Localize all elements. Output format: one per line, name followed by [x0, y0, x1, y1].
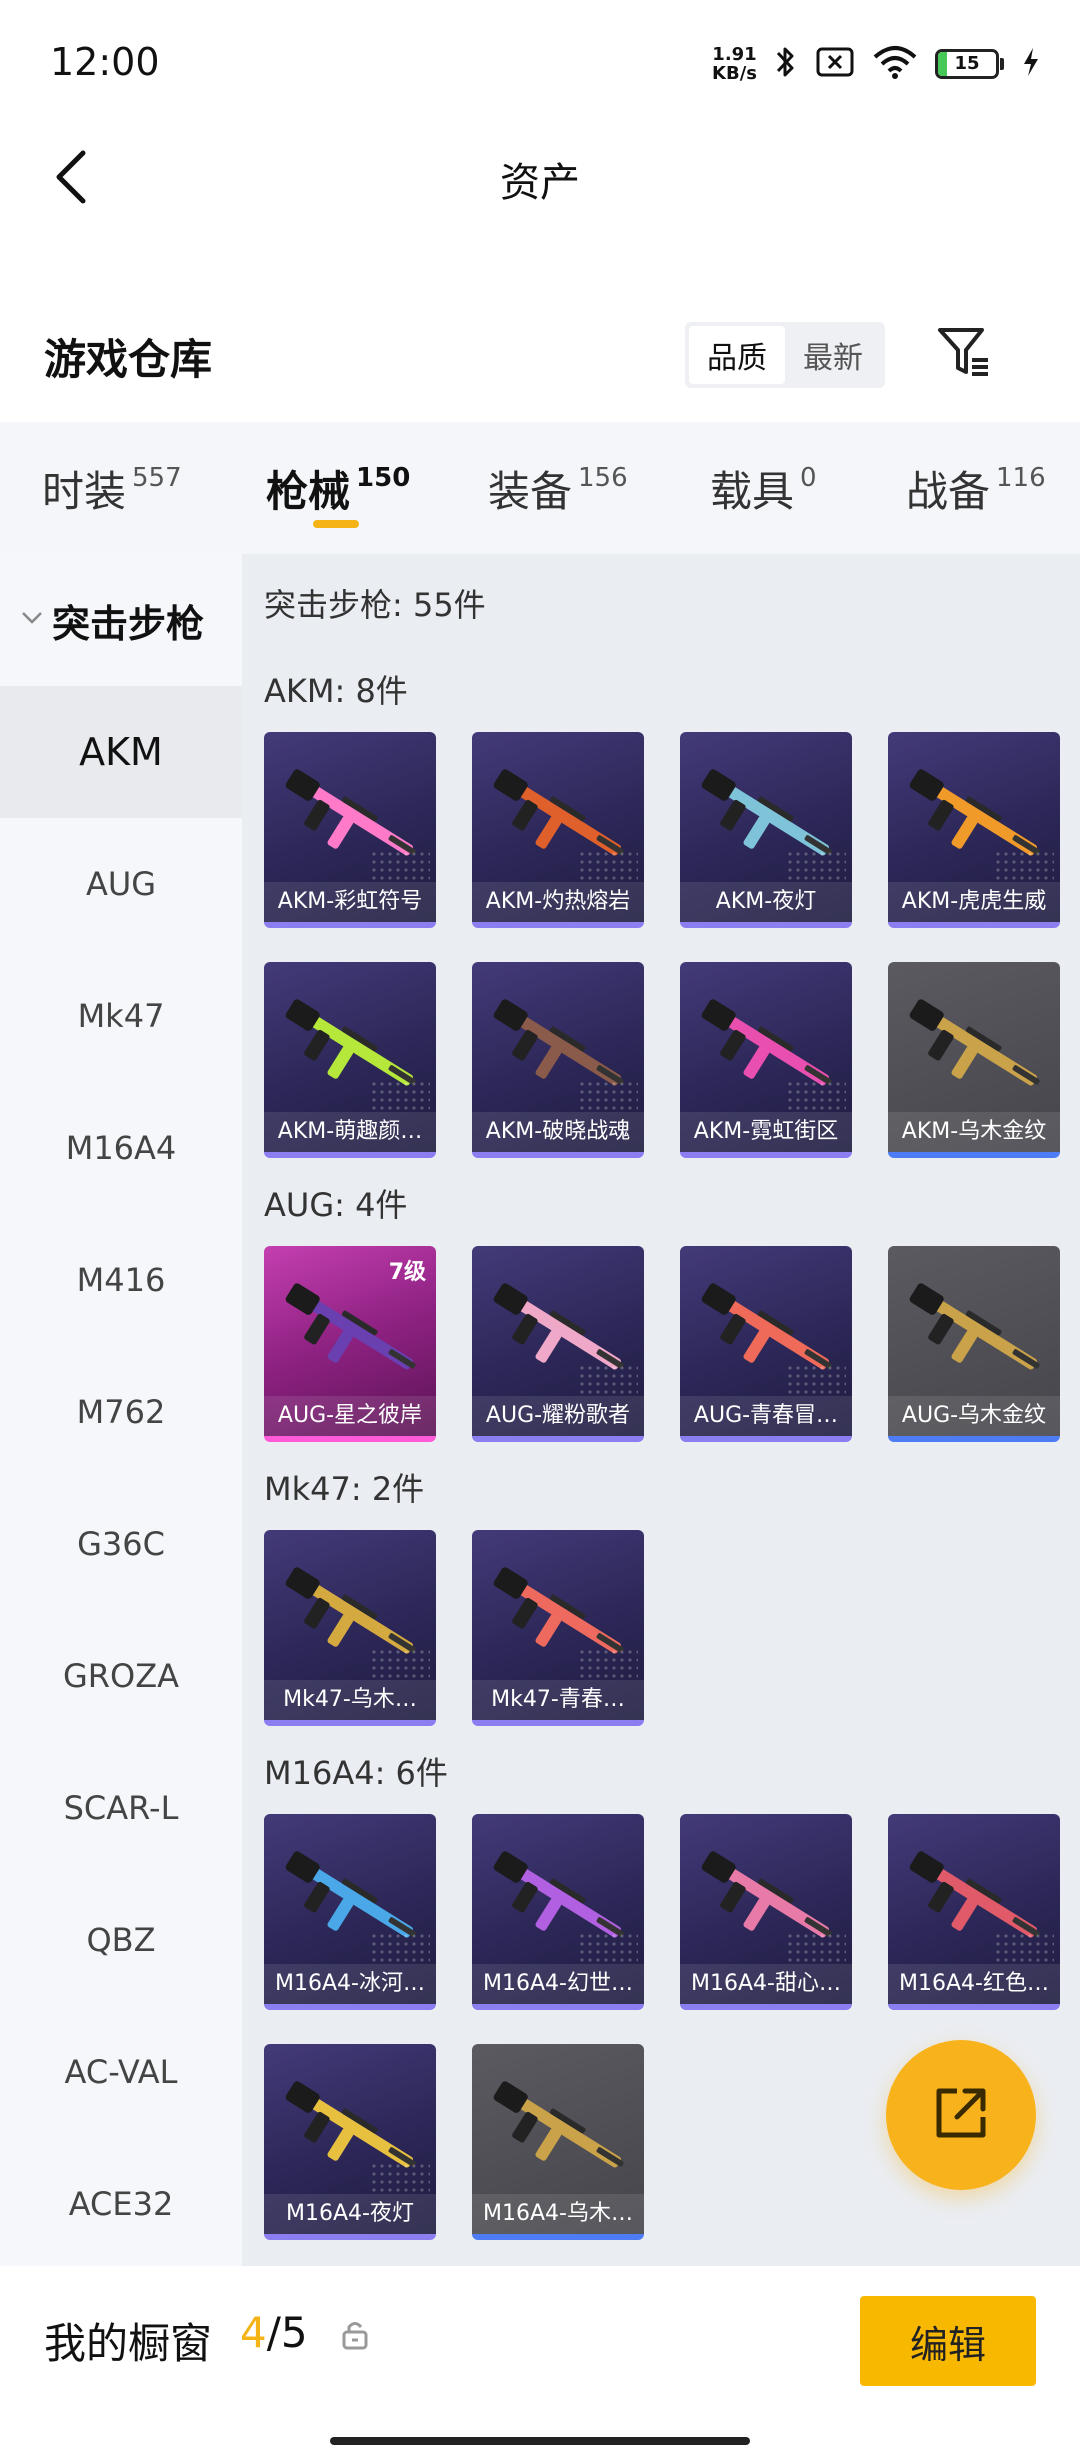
battery-indicator: 15 [935, 49, 1004, 79]
skin-card[interactable]: AKM-萌趣颜… [264, 962, 436, 1158]
section-label: AKM: 8件 [264, 672, 408, 710]
chevron-down-icon [20, 610, 44, 630]
weapon-skin-image [909, 1283, 1040, 1370]
sidebar-item-akm[interactable]: AKM [0, 686, 242, 818]
sort-by-newest[interactable]: 最新 [785, 326, 881, 384]
sidebar-item-aug[interactable]: AUG [0, 818, 242, 950]
share-external-icon [931, 2083, 991, 2147]
skin-card[interactable]: M16A4-甜心… [680, 1814, 852, 2010]
tab-fashion[interactable]: 时装 557 [42, 422, 182, 554]
status-bar: 12:00 1.91 KB/s 15 [0, 0, 1080, 130]
tab-equipment[interactable]: 装备 156 [488, 422, 628, 554]
skin-card[interactable]: Mk47-青春… [472, 1530, 644, 1726]
page-title: 资产 [500, 160, 580, 206]
sidebar-item-g36c[interactable]: G36C [0, 1478, 242, 1610]
skin-card[interactable]: AUG-耀粉歌者 [472, 1246, 644, 1442]
skin-grid-area: 突击步枪: 55件 AKM: 8件 AKM-彩虹符号 AKM-灼热熔岩 AKM-… [242, 554, 1080, 2266]
skin-card[interactable]: AKM-彩虹符号 [264, 732, 436, 928]
sort-by-quality[interactable]: 品质 [689, 326, 785, 384]
skin-card[interactable]: M16A4-红色… [888, 1814, 1060, 2010]
sidebar-item-ace32[interactable]: ACE32 [0, 2138, 242, 2270]
skin-card[interactable]: AUG-乌木金纹 [888, 1246, 1060, 1442]
skin-card[interactable]: AUG-青春冒… [680, 1246, 852, 1442]
warehouse-row: 游戏仓库 品质 最新 [0, 300, 1080, 420]
sidebar-item-mk47[interactable]: Mk47 [0, 950, 242, 1082]
status-time: 12:00 [50, 40, 160, 84]
showcase-count: 4/5 [240, 2308, 308, 2357]
showcase-label: 我的橱窗 [44, 2319, 213, 2368]
skin-card[interactable]: Mk47-乌木… [264, 1530, 436, 1726]
edit-button[interactable]: 编辑 [860, 2296, 1036, 2386]
network-speed: 1.91 KB/s [712, 44, 757, 84]
weapon-type-sidebar: 突击步枪 AKM AUG Mk47 M16A4 M416 M762 G36C G… [0, 554, 242, 2266]
active-tab-indicator [313, 520, 359, 528]
sidebar-item-groza[interactable]: GROZA [0, 1610, 242, 1742]
sidebar-item-m16a4[interactable]: M16A4 [0, 1082, 242, 1214]
skin-card[interactable]: AKM-虎虎生威 [888, 732, 1060, 928]
app-header: 资产 [0, 130, 1080, 230]
no-sim-icon [815, 46, 855, 82]
showcase-bar: 我的橱窗 4/5 编辑 [0, 2266, 1080, 2460]
wifi-icon [873, 45, 917, 83]
skin-card[interactable]: M16A4-幻世… [472, 1814, 644, 2010]
section-label: Mk47: 2件 [264, 1470, 425, 1508]
section-label: AUG: 4件 [264, 1186, 408, 1224]
sidebar-item-m416[interactable]: M416 [0, 1214, 242, 1346]
sidebar-item-qbz[interactable]: QBZ [0, 1874, 242, 2006]
skin-card[interactable]: AKM-霓虹街区 [680, 962, 852, 1158]
tab-supplies[interactable]: 战备 116 [906, 422, 1046, 554]
sidebar-item-scar-l[interactable]: SCAR-L [0, 1742, 242, 1874]
tab-firearms[interactable]: 枪械 150 [266, 422, 410, 554]
sidebar-item-ac-val[interactable]: AC-VAL [0, 2006, 242, 2138]
skin-card[interactable]: M16A4-冰河… [264, 1814, 436, 2010]
content-header: 突击步枪: 55件 [264, 586, 486, 624]
share-fab-button[interactable] [886, 2040, 1036, 2190]
skin-card[interactable]: M16A4-乌木… [472, 2044, 644, 2240]
category-tabs: 时装 557 枪械 150 装备 156 载具 0 战备 116 [0, 422, 1080, 554]
home-indicator[interactable] [330, 2437, 750, 2445]
skin-card[interactable]: AKM-夜灯 [680, 732, 852, 928]
weapon-skin-image [493, 2081, 624, 2168]
charging-icon [1022, 47, 1040, 81]
section-label: M16A4: 6件 [264, 1754, 448, 1792]
lock-icon [340, 2318, 370, 2356]
sort-toggle: 品质 最新 [685, 322, 885, 388]
filter-list-icon [936, 324, 992, 384]
bluetooth-icon [775, 44, 797, 84]
skin-card[interactable]: AKM-破晓战魂 [472, 962, 644, 1158]
skin-card[interactable]: AKM-灼热熔岩 [472, 732, 644, 928]
warehouse-title: 游戏仓库 [44, 335, 213, 384]
filter-button[interactable] [932, 322, 996, 386]
status-icons: 1.91 KB/s 15 [712, 44, 1040, 84]
skin-level-badge: 7级 [388, 1260, 426, 1285]
weapon-skin-image [909, 999, 1040, 1086]
sidebar-group-assault-rifles[interactable]: 突击步枪 [0, 554, 242, 686]
skin-card[interactable]: AKM-乌木金纹 [888, 962, 1060, 1158]
sidebar-item-m762[interactable]: M762 [0, 1346, 242, 1478]
skin-card[interactable]: M16A4-夜灯 [264, 2044, 436, 2240]
skin-card[interactable]: 7级 AUG-星之彼岸 [264, 1246, 436, 1442]
tab-vehicles[interactable]: 载具 0 [710, 422, 817, 554]
